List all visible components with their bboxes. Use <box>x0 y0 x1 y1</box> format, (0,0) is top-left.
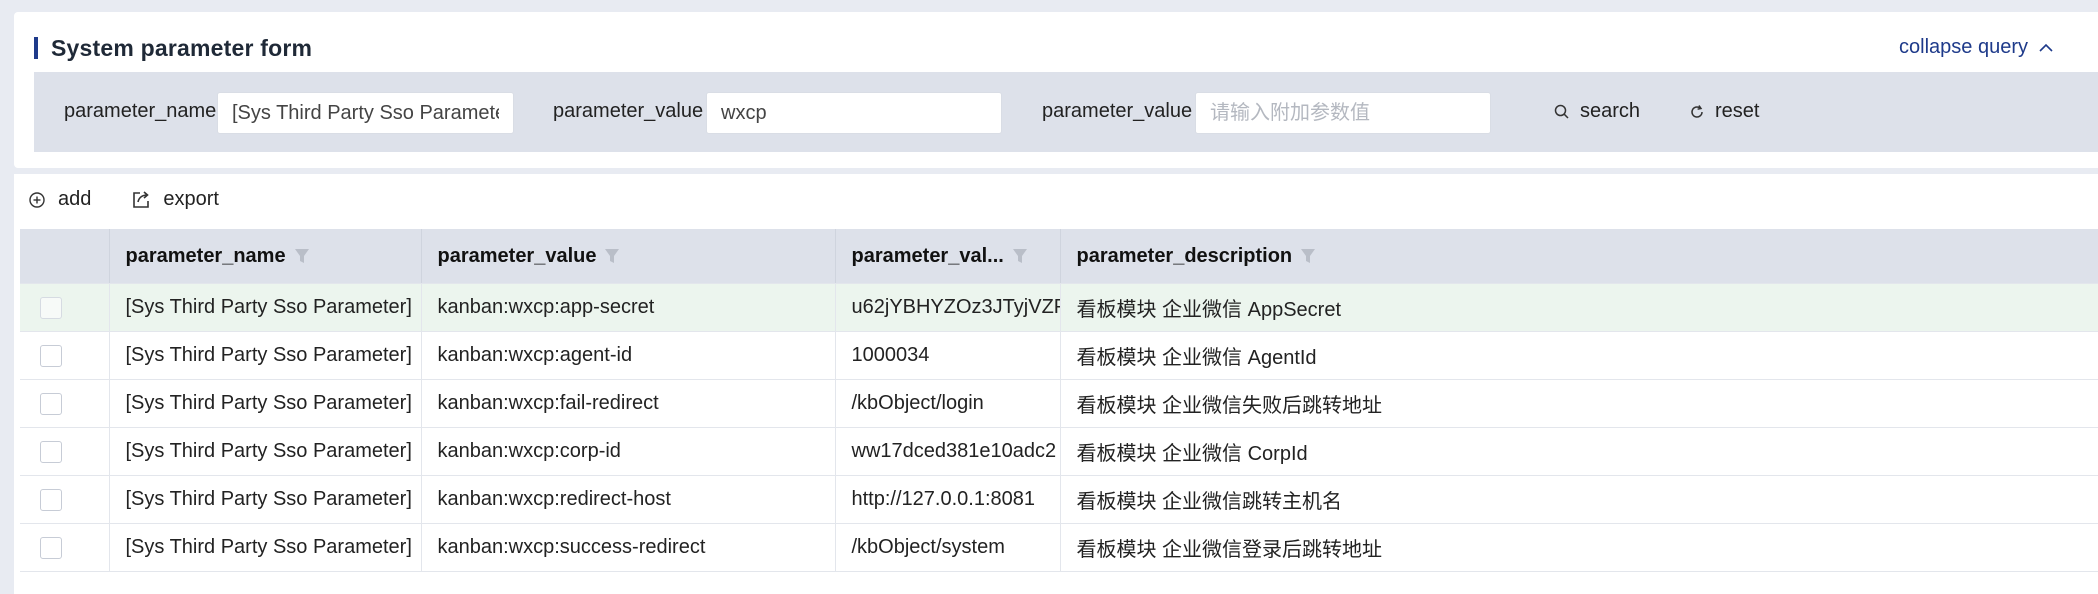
cell-parameter-value-extra: /kbObject/system <box>835 523 1061 572</box>
column-header-label: parameter_description <box>1076 244 1293 267</box>
add-label: add <box>58 188 92 210</box>
row-checkbox[interactable] <box>40 488 62 511</box>
table-row[interactable]: [Sys Third Party Sso Parameter] kanban:w… <box>20 379 2098 428</box>
table-row[interactable]: [Sys Third Party Sso Parameter] kanban:w… <box>20 331 2098 380</box>
reset-label: reset <box>1715 100 1760 122</box>
table-header-row: parameter_name parameter_value parameter… <box>20 229 2098 284</box>
row-checkbox[interactable] <box>40 344 62 367</box>
filter-icon[interactable] <box>294 247 310 265</box>
export-button[interactable]: export <box>131 188 219 211</box>
cell-parameter-value-extra: http://127.0.0.1:8081 <box>835 475 1061 524</box>
column-header-label: parameter_name <box>125 244 286 267</box>
cell-parameter-name: [Sys Third Party Sso Parameter] <box>109 331 422 380</box>
cell-parameter-value-extra: u62jYBHYZOz3JTyjVZP <box>835 283 1061 332</box>
param-value-label: parameter_value <box>553 100 704 122</box>
param-extra-value-input[interactable] <box>1195 92 1491 134</box>
parameter-table: parameter_name parameter_value parameter… <box>20 229 2098 572</box>
collapse-query-label: collapse query <box>1899 36 2028 58</box>
cell-parameter-description: 看板模块 企业微信 AppSecret <box>1060 283 2098 332</box>
cell-parameter-description: 看板模块 企业微信 AgentId <box>1060 331 2098 380</box>
filter-icon[interactable] <box>604 247 620 265</box>
param-extra-value-label: parameter_value <box>1042 100 1193 122</box>
cell-parameter-value: kanban:wxcp:app-secret <box>421 283 836 332</box>
column-header-label: parameter_val... <box>851 244 1004 267</box>
cell-parameter-name: [Sys Third Party Sso Parameter] <box>109 283 422 332</box>
column-header-parameter-value: parameter_value <box>421 229 836 284</box>
row-checkbox[interactable] <box>40 392 62 415</box>
header-checkbox-cell <box>20 229 110 284</box>
cell-parameter-name: [Sys Third Party Sso Parameter] <box>109 475 422 524</box>
column-header-parameter-name: parameter_name <box>109 229 422 284</box>
filter-icon[interactable] <box>1300 247 1316 265</box>
row-checkbox[interactable] <box>40 536 62 559</box>
search-icon <box>1554 104 1569 119</box>
add-button[interactable]: add <box>28 188 91 211</box>
cell-parameter-value-extra: /kbObject/login <box>835 379 1061 428</box>
collapse-query-button[interactable]: collapse query <box>1899 36 2054 59</box>
add-circle-icon <box>29 191 45 208</box>
row-checkbox[interactable] <box>40 440 62 463</box>
title-accent-bar <box>34 37 38 59</box>
chevron-up-icon <box>2039 43 2053 52</box>
table-row[interactable]: [Sys Third Party Sso Parameter] kanban:w… <box>20 427 2098 476</box>
search-label: search <box>1580 100 1641 122</box>
table-toolbar: add export <box>28 188 259 211</box>
filter-icon[interactable] <box>1012 247 1028 265</box>
cell-parameter-description: 看板模块 企业微信失败后跳转地址 <box>1060 379 2098 428</box>
cell-parameter-value: kanban:wxcp:agent-id <box>421 331 836 380</box>
table-row[interactable]: [Sys Third Party Sso Parameter] kanban:w… <box>20 523 2098 572</box>
param-name-label: parameter_name <box>64 100 217 122</box>
row-checkbox-cell <box>20 331 110 380</box>
cell-parameter-value-extra: 1000034 <box>835 331 1061 380</box>
query-row: parameter_name parameter_value parameter… <box>34 72 2098 152</box>
table-row[interactable]: [Sys Third Party Sso Parameter] kanban:w… <box>20 283 2098 332</box>
cell-parameter-description: 看板模块 企业微信跳转主机名 <box>1060 475 2098 524</box>
cell-parameter-value-extra: ww17dced381e10adc2 <box>835 427 1061 476</box>
column-header-parameter-description: parameter_description <box>1060 229 2098 284</box>
row-checkbox-cell <box>20 283 110 332</box>
form-title-bar: System parameter form <box>34 35 312 61</box>
export-label: export <box>163 188 219 210</box>
cell-parameter-value: kanban:wxcp:corp-id <box>421 427 836 476</box>
cell-parameter-value: kanban:wxcp:redirect-host <box>421 475 836 524</box>
reset-button[interactable]: reset <box>1689 100 1759 123</box>
row-checkbox-cell <box>20 523 110 572</box>
row-checkbox-cell <box>20 475 110 524</box>
cell-parameter-name: [Sys Third Party Sso Parameter] <box>109 427 422 476</box>
cell-parameter-description: 看板模块 企业微信 CorpId <box>1060 427 2098 476</box>
cell-parameter-name: [Sys Third Party Sso Parameter] <box>109 379 422 428</box>
row-checkbox[interactable] <box>40 296 62 319</box>
param-name-input[interactable] <box>217 92 514 134</box>
cell-parameter-name: [Sys Third Party Sso Parameter] <box>109 523 422 572</box>
refresh-icon <box>1691 104 1703 118</box>
cell-parameter-value: kanban:wxcp:fail-redirect <box>421 379 836 428</box>
column-header-label: parameter_value <box>437 244 597 267</box>
page-title: System parameter form <box>51 34 313 61</box>
cell-parameter-value: kanban:wxcp:success-redirect <box>421 523 836 572</box>
column-header-parameter-value-extra: parameter_val... <box>835 229 1061 284</box>
row-checkbox-cell <box>20 379 110 428</box>
table-row[interactable]: [Sys Third Party Sso Parameter] kanban:w… <box>20 475 2098 524</box>
param-value-input[interactable] <box>706 92 1002 134</box>
cell-parameter-description: 看板模块 企业微信登录后跳转地址 <box>1060 523 2098 572</box>
search-button[interactable]: search <box>1554 100 1640 123</box>
row-checkbox-cell <box>20 427 110 476</box>
export-icon <box>133 190 150 208</box>
